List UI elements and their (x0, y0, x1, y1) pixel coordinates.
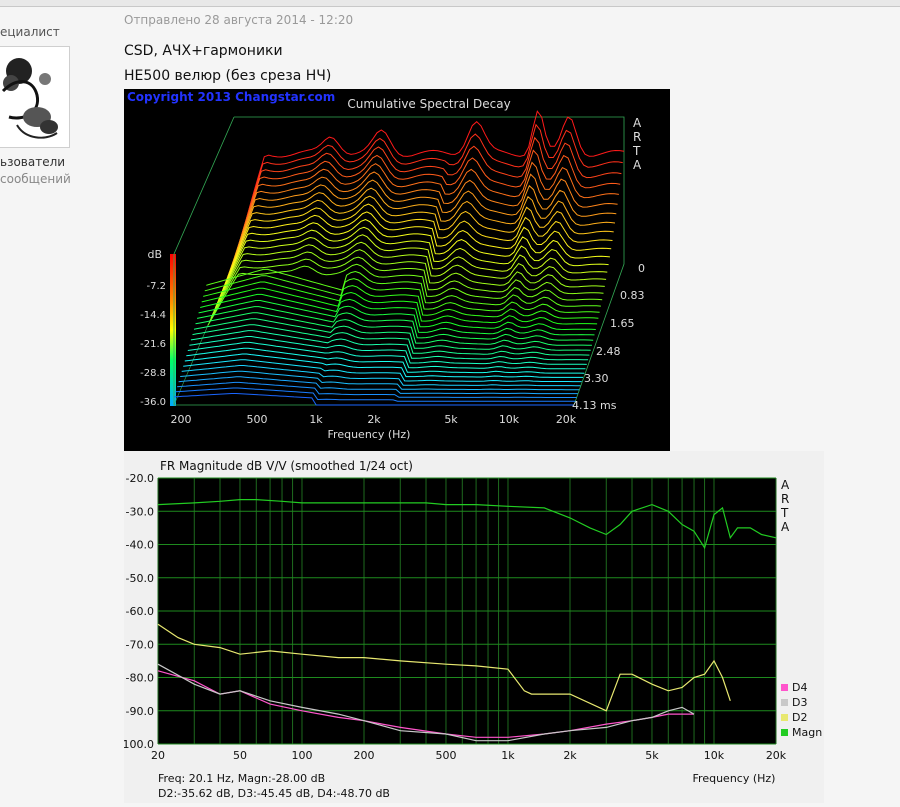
fr-x-tick: 500 (435, 749, 456, 762)
fr-legend-swatch (781, 699, 788, 706)
csd-slice (173, 393, 574, 406)
fr-legend-label: D2 (792, 711, 807, 724)
fr-x-tick: 50 (233, 749, 247, 762)
csd-slice (192, 324, 590, 356)
fr-y-tick: -40.0 (126, 539, 154, 552)
fr-x-tick: 2k (563, 749, 577, 762)
post-subtitle: HE500 велюр (без среза НЧ) (124, 68, 332, 84)
csd-slice (195, 312, 592, 346)
csd-x-tick: 20k (556, 413, 577, 426)
fr-x-tick: 200 (354, 749, 375, 762)
csd-x-tick: 2k (367, 413, 381, 426)
csd-x-tick: 1k (309, 413, 323, 426)
fr-brand-letter: A (781, 478, 790, 492)
author-group: ьзователи (0, 155, 66, 169)
avatar[interactable] (0, 46, 70, 148)
csd-y-tick: -7.2 (146, 281, 166, 292)
csd-slice (200, 293, 596, 331)
csd-y-tick: -21.6 (140, 339, 166, 350)
csd-y-axis-title: dB (147, 248, 162, 261)
csd-slice (198, 300, 595, 336)
csd-title: Cumulative Spectral Decay (347, 97, 510, 111)
csd-brand-letter: R (633, 130, 641, 144)
fr-y-tick: -50.0 (126, 572, 154, 585)
author-messages: сообщений (0, 172, 71, 186)
csd-x-tick: 200 (171, 413, 192, 426)
fr-legend-label: Magn (792, 726, 822, 739)
fr-y-tick: -90.0 (126, 705, 154, 718)
fr-brand-letter: R (781, 492, 789, 506)
fr-x-axis-label: Frequency (Hz) (693, 772, 776, 785)
csd-slice (233, 110, 625, 265)
fr-legend-label: D3 (792, 696, 807, 709)
csd-color-scale (170, 254, 176, 406)
csd-time-tick: 3.30 (584, 372, 609, 385)
csd-slice (204, 275, 600, 313)
csd-time-tick: 1.65 (610, 317, 635, 330)
csd-waterfall (173, 110, 625, 406)
fr-x-tick: 100 (291, 749, 312, 762)
csd-slice (196, 306, 594, 341)
fr-y-tick: -100.0 (124, 738, 154, 751)
csd-time-tick: 4.13 ms (572, 399, 617, 412)
csd-time-tick: 0.83 (620, 289, 645, 302)
fr-x-tick: 20 (151, 749, 165, 762)
csd-y-tick: -14.4 (140, 310, 166, 321)
fr-y-tick: -20.0 (126, 472, 154, 485)
fr-x-tick: 20k (766, 749, 787, 762)
fr-y-tick: -70.0 (126, 638, 154, 651)
csd-y-tick: -28.8 (140, 368, 166, 379)
csd-brand-letter: A (633, 158, 642, 172)
fr-readout-line-1: Freq: 20.1 Hz, Magn:-28.00 dB (158, 772, 325, 785)
csd-time-tick: 0 (638, 262, 645, 275)
csd-x-tick: 10k (499, 413, 520, 426)
csd-chart: Copyright 2013 Changstar.com Cumulative … (124, 89, 670, 451)
csd-x-tick: 500 (247, 413, 268, 426)
post-title: CSD, АЧХ+гармоники (124, 43, 283, 59)
csd-slice (177, 381, 577, 398)
post-date: Отправлено 28 августа 2014 - 12:20 (124, 13, 354, 27)
csd-watermark: Copyright 2013 Changstar.com (127, 90, 335, 104)
top-bar (0, 0, 900, 7)
fr-legend-swatch (781, 729, 788, 736)
fr-brand-label: ARTA (780, 478, 790, 534)
csd-x-axis-label: Frequency (Hz) (328, 428, 411, 441)
fr-x-tick: 5k (645, 749, 659, 762)
csd-slice (187, 341, 586, 370)
fr-legend-label: D4 (792, 681, 807, 694)
fr-legend-swatch (781, 684, 788, 691)
fr-legend-swatch (781, 714, 788, 721)
csd-time-tick: 2.48 (596, 345, 621, 358)
author-role: ециалист (0, 25, 60, 39)
fr-chart: FR Magnitude dB V/V (smoothed 1/24 oct) … (119, 451, 824, 803)
csd-slice (193, 318, 591, 351)
fr-x-tick: 10k (704, 749, 725, 762)
fr-y-tick: -60.0 (126, 605, 154, 618)
fr-brand-letter: A (781, 520, 790, 534)
fr-title: FR Magnitude dB V/V (smoothed 1/24 oct) (160, 459, 413, 473)
fr-legend: D4 D3 D2 Magn (781, 681, 822, 739)
fr-brand-letter: T (780, 506, 789, 520)
csd-y-tick: -36.0 (140, 397, 166, 408)
csd-brand-letter: A (633, 116, 642, 130)
csd-x-tick: 5k (444, 413, 458, 426)
csd-brand-letter: T (632, 144, 641, 158)
fr-readout-line-2: D2:-35.62 dB, D3:-45.45 dB, D4:-48.70 dB (158, 787, 390, 800)
csd-brand-label: ARTA (632, 116, 642, 172)
fr-y-tick: -30.0 (126, 505, 154, 518)
fr-y-tick: -80.0 (126, 672, 154, 685)
csd-slice (186, 347, 585, 374)
fr-x-tick: 1k (501, 749, 515, 762)
